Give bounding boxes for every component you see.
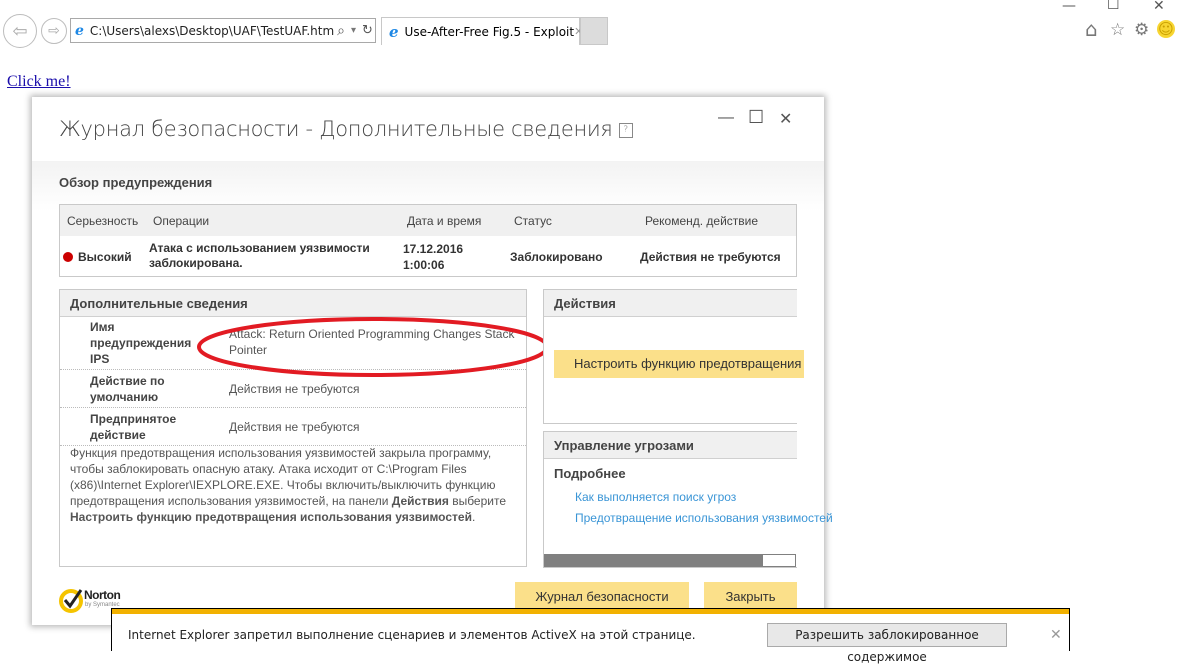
how-threats-are-found-link[interactable]: Как выполняется поиск угроз	[575, 490, 736, 504]
recommended-action-value: Действия не требуются	[640, 250, 781, 264]
tab-active[interactable]: e Use-After-Free Fig.5 - Exploit ✕	[381, 17, 583, 45]
details-heading: Дополнительные сведения	[60, 290, 526, 317]
settings-icon[interactable]: ⚙	[1134, 20, 1149, 40]
detail-label: Действие по умолчанию	[90, 374, 165, 404]
ie-page-icon: e	[75, 22, 84, 39]
notification-text: Internet Explorer запретил выполнение сц…	[128, 628, 696, 642]
address-input[interactable]: C:\Users\alexs\Desktop\UAF\TestUAF.htm	[90, 24, 334, 38]
operation-value: Атака с использованием уязвимости заблоки…	[149, 241, 370, 271]
red-annotation-ellipse	[197, 317, 549, 377]
severity-value: Высокий	[78, 250, 132, 264]
notification-stripe	[112, 609, 1069, 614]
operation-line-2: заблокирована.	[149, 256, 243, 270]
forward-arrow-icon: ⇨	[48, 23, 60, 39]
datetime-value: 17.12.2016 1:00:06	[403, 241, 463, 273]
header-severity: Серьезность	[67, 214, 139, 228]
horizontal-scrollbar[interactable]	[544, 554, 796, 567]
feedback-smiley-icon[interactable]: ☺	[1157, 20, 1175, 38]
status-value: Заблокировано	[510, 250, 603, 264]
dialog-title-text: Журнал безопасности - Дополнительные све…	[59, 117, 613, 141]
header-recommended-action: Рекоменд. действие	[645, 214, 759, 228]
dropdown-icon[interactable]: ▾	[351, 25, 356, 36]
help-icon[interactable]: ?	[618, 122, 633, 138]
forward-button[interactable]: ⇨	[41, 18, 67, 44]
more-info-heading: Подробнее	[554, 466, 626, 481]
overview-heading: Обзор предупреждения	[59, 175, 213, 190]
window-minimize-button[interactable]: —	[1062, 0, 1076, 14]
detail-label: Имя предупреждения IPS	[90, 320, 192, 366]
dialog-minimize-button[interactable]: —	[718, 109, 734, 127]
blocked-content-notification: Internet Explorer запретил выполнение сц…	[111, 608, 1070, 664]
detail-value: Действия не требуются	[229, 420, 360, 434]
exploit-prevention-link[interactable]: Предотвращение использования уязвимостей	[575, 511, 833, 525]
window-maximize-button[interactable]: ☐	[1107, 0, 1120, 13]
address-bar[interactable]: e C:\Users\alexs\Desktop\UAF\TestUAF.htm…	[70, 18, 376, 43]
header-operations: Операции	[153, 214, 210, 228]
refresh-icon[interactable]: ↻	[362, 23, 373, 38]
norton-brand: Norton	[84, 588, 121, 602]
threat-management-heading: Управление угрозами	[544, 432, 797, 459]
dialog-title: Журнал безопасности - Дополнительные све…	[59, 117, 633, 141]
configure-exploit-prevention-button[interactable]: Настроить функцию предотвращения использ…	[554, 350, 804, 378]
back-button[interactable]: ⇦	[3, 14, 37, 48]
detail-description: Функция предотвращения использования уяз…	[70, 446, 507, 524]
header-datetime: Дата и время	[407, 214, 482, 228]
detail-row-action-taken: Предпринятое действие Действия не требуют…	[60, 408, 526, 446]
actions-heading: Действия	[544, 290, 797, 317]
favorites-icon[interactable]: ☆	[1110, 20, 1125, 40]
home-icon[interactable]: ⌂	[1085, 17, 1098, 41]
back-arrow-icon: ⇦	[12, 20, 28, 42]
ie-tab-icon: e	[389, 22, 399, 41]
table-header: Серьезность Операции Дата и время Статус…	[60, 205, 796, 236]
notification-close-icon[interactable]: ✕	[1050, 627, 1062, 643]
allow-blocked-content-button[interactable]: Разрешить заблокированное содержимое	[767, 623, 1007, 664]
alert-overview-table: Серьезность Операции Дата и время Статус…	[59, 204, 797, 277]
actions-panel: Действия Настроить функцию предотвращени…	[543, 289, 804, 424]
norton-check-icon	[59, 589, 83, 613]
time-value: 1:00:06	[403, 258, 445, 272]
detail-label: Предпринятое действие	[90, 412, 177, 442]
new-tab-button[interactable]	[580, 17, 608, 45]
threat-management-panel: Управление угрозами Подробнее Как выполн…	[543, 431, 833, 568]
norton-security-dialog: Журнал безопасности - Дополнительные све…	[32, 97, 833, 625]
window-close-button[interactable]: ✕	[1153, 0, 1165, 14]
search-icon[interactable]: ⌕	[337, 23, 345, 39]
detail-value: Действия не требуются	[229, 382, 360, 396]
header-status: Статус	[514, 214, 552, 228]
tab-title: Use-After-Free Fig.5 - Exploit	[404, 24, 575, 39]
table-row[interactable]: Высокий Атака с использованием уязвимост…	[60, 236, 796, 276]
dialog-close-button[interactable]: ✕	[779, 109, 792, 129]
click-me-link[interactable]: Click me!	[7, 73, 71, 91]
severity-high-icon	[63, 252, 73, 262]
date-value: 17.12.2016	[403, 242, 464, 256]
scrollbar-thumb[interactable]	[763, 555, 795, 566]
dialog-maximize-button[interactable]: ☐	[748, 107, 764, 128]
operation-line-1: Атака с использованием уязвимости	[149, 241, 370, 255]
